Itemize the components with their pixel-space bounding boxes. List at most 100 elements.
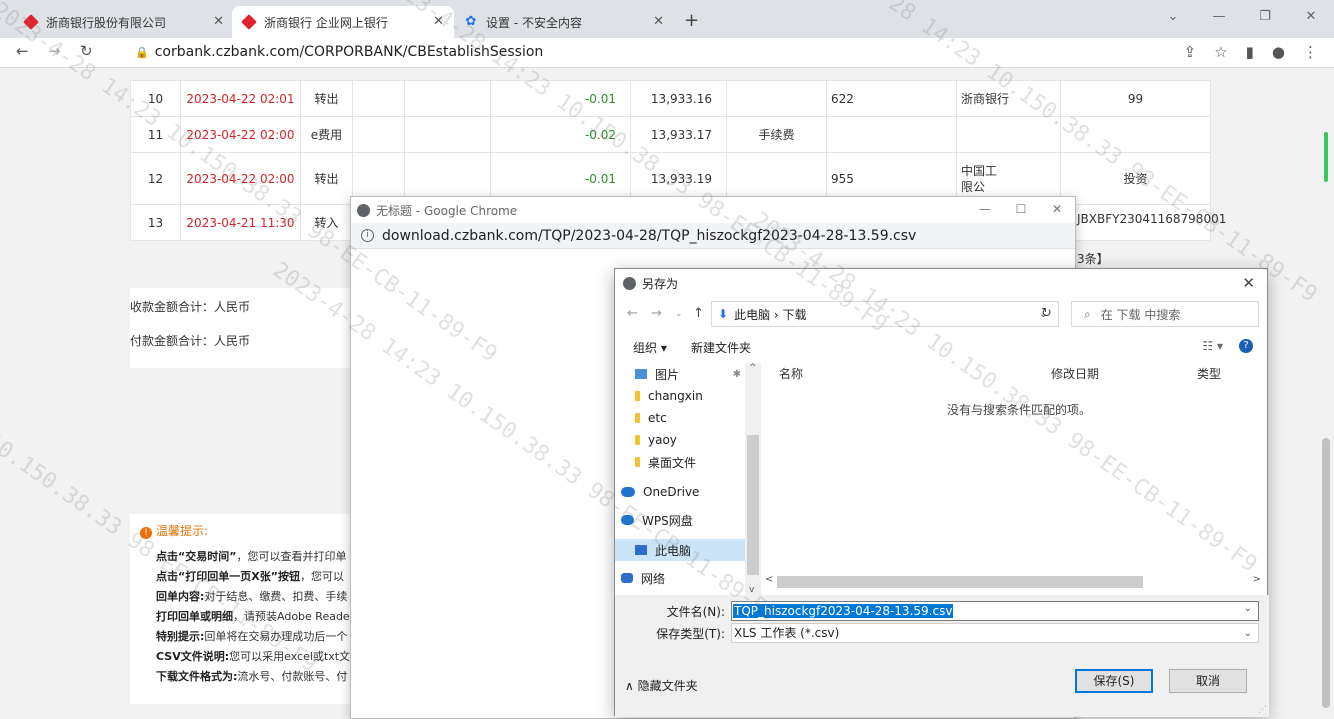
scroll-right-icon[interactable]: >	[1253, 574, 1261, 585]
row-number: 10	[130, 80, 181, 117]
browser-tab-strip: 浙商银行股份有限公司 ✕ 浙商银行 企业网上银行 ✕ ✿ 设置 - 不安全内容 …	[0, 0, 1334, 38]
close-tab-icon[interactable]: ✕	[653, 14, 664, 29]
page-scrollbar[interactable]	[1318, 68, 1334, 719]
tip-line: 点击“交易时间”，您可以查看并打印单	[156, 550, 347, 563]
transaction-time-link[interactable]: 2023-04-22 02:01	[180, 80, 301, 117]
tip-line: 打印回单或明细，请预装Adobe Reader	[156, 610, 350, 623]
extra-info: 投资	[1060, 152, 1211, 205]
new-folder-button[interactable]: 新建文件夹	[691, 339, 751, 356]
column-header-type[interactable]: 类型	[1197, 365, 1221, 382]
minimize-icon[interactable]: —	[967, 197, 1003, 221]
tab-settings[interactable]: ✿ 设置 - 不安全内容 ✕	[454, 6, 674, 38]
close-icon[interactable]: ✕	[1242, 274, 1255, 292]
restore-icon[interactable]: ❐	[1242, 0, 1288, 34]
save-as-dialog: 另存为 ✕ ← → ⌄ ↑ ⬇ 此电脑 › 下载 ⌄ ↻ ⌕ 在 下载 中搜索 …	[614, 268, 1269, 717]
nav-item-this-pc[interactable]: 此电脑	[615, 539, 745, 561]
path-breadcrumb[interactable]: ⬇ 此电脑 › 下载 ⌄	[711, 301, 1059, 327]
nav-item-folder[interactable]: changxin	[635, 385, 759, 407]
tab-title: 浙商银行股份有限公司	[46, 15, 167, 30]
nav-item-pictures[interactable]: 图片 ✱	[635, 363, 759, 385]
nav-item-network[interactable]: 网络	[621, 567, 745, 589]
dialog-navigation-row: ← → ⌄ ↑ ⬇ 此电脑 › 下载 ⌄ ↻ ⌕ 在 下载 中搜索	[615, 301, 1269, 329]
tab-title: 浙商银行 企业网上银行	[264, 15, 388, 30]
back-arrow-icon[interactable]: ←	[627, 306, 638, 321]
refresh-icon[interactable]: ↻	[1041, 306, 1052, 321]
hide-folders-toggle[interactable]: ∧ 隐藏文件夹	[625, 677, 698, 694]
tip-line: 回单内容:对于结息、缴费、扣费、手续	[156, 590, 348, 603]
minimize-icon[interactable]: —	[1196, 0, 1242, 34]
tab-czbank-home[interactable]: 浙商银行股份有限公司 ✕	[14, 6, 234, 38]
resize-grip-icon[interactable]: ⋰	[1258, 705, 1267, 715]
empty-results-message: 没有与搜索条件匹配的项。	[947, 403, 1092, 417]
recent-dropdown-icon[interactable]: ⌄	[675, 309, 683, 319]
help-icon[interactable]: ?	[1239, 339, 1253, 353]
maximize-icon[interactable]: ☐	[1003, 197, 1039, 221]
transaction-type: 转出	[300, 80, 353, 117]
transaction-time-link[interactable]: 2023-04-22 02:00	[180, 152, 301, 205]
scroll-up-icon[interactable]: ^	[749, 363, 757, 373]
pin-icon: ✱	[732, 368, 741, 380]
column-header-name[interactable]: 名称	[779, 365, 803, 382]
transaction-time-link[interactable]: 2023-04-21 11:30	[180, 204, 301, 241]
chevron-down-icon[interactable]: ⌄	[1244, 625, 1252, 643]
chevron-down-icon[interactable]: ⌄	[1244, 603, 1252, 614]
nav-item-folder[interactable]: etc	[635, 407, 759, 429]
picture-icon	[635, 369, 647, 379]
tip-line: CSV文件说明:您可以采用excel或txt文	[156, 650, 350, 663]
counterparty-bank	[956, 116, 1061, 153]
filename-label: 文件名(N):	[666, 605, 725, 619]
profile-avatar-icon[interactable]: ●	[1272, 43, 1285, 61]
close-tab-icon[interactable]: ✕	[213, 14, 224, 29]
row-number: 13	[130, 204, 181, 241]
bookmark-star-icon[interactable]: ☆	[1214, 43, 1227, 61]
reload-icon[interactable]: ↻	[80, 42, 93, 60]
receive-total-label: 收款金额合计：人民币	[130, 300, 251, 314]
window-controls: ⌄ — ❐ ✕	[1150, 0, 1334, 34]
organize-button[interactable]: 组织 ▾	[633, 339, 667, 356]
file-list-horizontal-scrollbar[interactable]: < >	[761, 573, 1261, 591]
cloud-icon	[621, 487, 635, 497]
scrollbar-thumb[interactable]	[777, 576, 1143, 588]
nav-item-onedrive[interactable]: OneDrive	[621, 481, 745, 503]
back-icon[interactable]: ←	[16, 42, 29, 60]
forward-icon[interactable]: →	[48, 42, 61, 60]
search-input[interactable]: ⌕ 在 下载 中搜索	[1071, 301, 1259, 327]
chrome-icon	[623, 276, 636, 290]
filetype-select[interactable]: XLS 工作表 (*.csv) ⌄	[731, 623, 1259, 643]
pay-total-label: 付款金额合计：人民币	[130, 334, 251, 348]
tip-line: 点击“打印回单一页X张”按钮，您可以	[156, 570, 344, 583]
scroll-left-icon[interactable]: <	[765, 574, 773, 585]
address-bar[interactable]: 🔒 corbank.czbank.com/CORPORBANK/CBEstabli…	[135, 44, 543, 60]
share-icon[interactable]: ⇪	[1184, 43, 1197, 61]
menu-kebab-icon[interactable]: ⋮	[1303, 43, 1318, 61]
new-tab-icon[interactable]: +	[684, 10, 699, 31]
view-options-icon[interactable]: ☷ ▾	[1202, 339, 1223, 353]
side-panel-icon[interactable]: ▮	[1246, 43, 1254, 61]
tab-search-icon[interactable]: ⌄	[1150, 0, 1196, 34]
up-arrow-icon[interactable]: ↑	[693, 306, 704, 321]
save-button[interactable]: 保存(S)	[1075, 669, 1153, 693]
close-window-icon[interactable]: ✕	[1288, 0, 1334, 34]
nav-item-folder[interactable]: yaoy	[635, 429, 759, 451]
transaction-type: 转出	[300, 152, 353, 205]
dialog-form-area: 文件名(N): TQP_hiszockgf2023-04-28-13.59.cs…	[615, 595, 1269, 717]
nav-item-wps[interactable]: WPS网盘	[621, 509, 745, 531]
nav-pane-scrollbar[interactable]: ^ v	[745, 363, 761, 595]
nav-item-folder[interactable]: 桌面文件	[635, 451, 759, 473]
filename-input[interactable]: TQP_hiszockgf2023-04-28-13.59.csv ⌄	[731, 601, 1259, 621]
filetype-label: 保存类型(T):	[656, 627, 725, 641]
forward-arrow-icon[interactable]: →	[651, 306, 662, 321]
chrome-icon	[357, 203, 370, 217]
transaction-type: 转入	[300, 204, 353, 241]
close-tab-icon[interactable]: ✕	[433, 14, 444, 29]
tips-panel: ! 温馨提示: 点击“交易时间”，您可以查看并打印单 点击“打印回单一页X张”按钮…	[130, 514, 360, 704]
transaction-time-link[interactable]: 2023-04-22 02:00	[180, 116, 301, 153]
scrollbar-thumb[interactable]	[1322, 438, 1330, 708]
scrollbar-thumb[interactable]	[747, 435, 759, 575]
column-header-date[interactable]: 修改日期	[1051, 365, 1099, 382]
close-icon[interactable]: ✕	[1039, 197, 1075, 221]
scroll-down-icon[interactable]: v	[749, 585, 754, 595]
extra-info: 99	[1060, 80, 1211, 117]
tab-corporate-banking[interactable]: 浙商银行 企业网上银行 ✕	[232, 6, 454, 38]
cancel-button[interactable]: 取消	[1169, 669, 1247, 693]
